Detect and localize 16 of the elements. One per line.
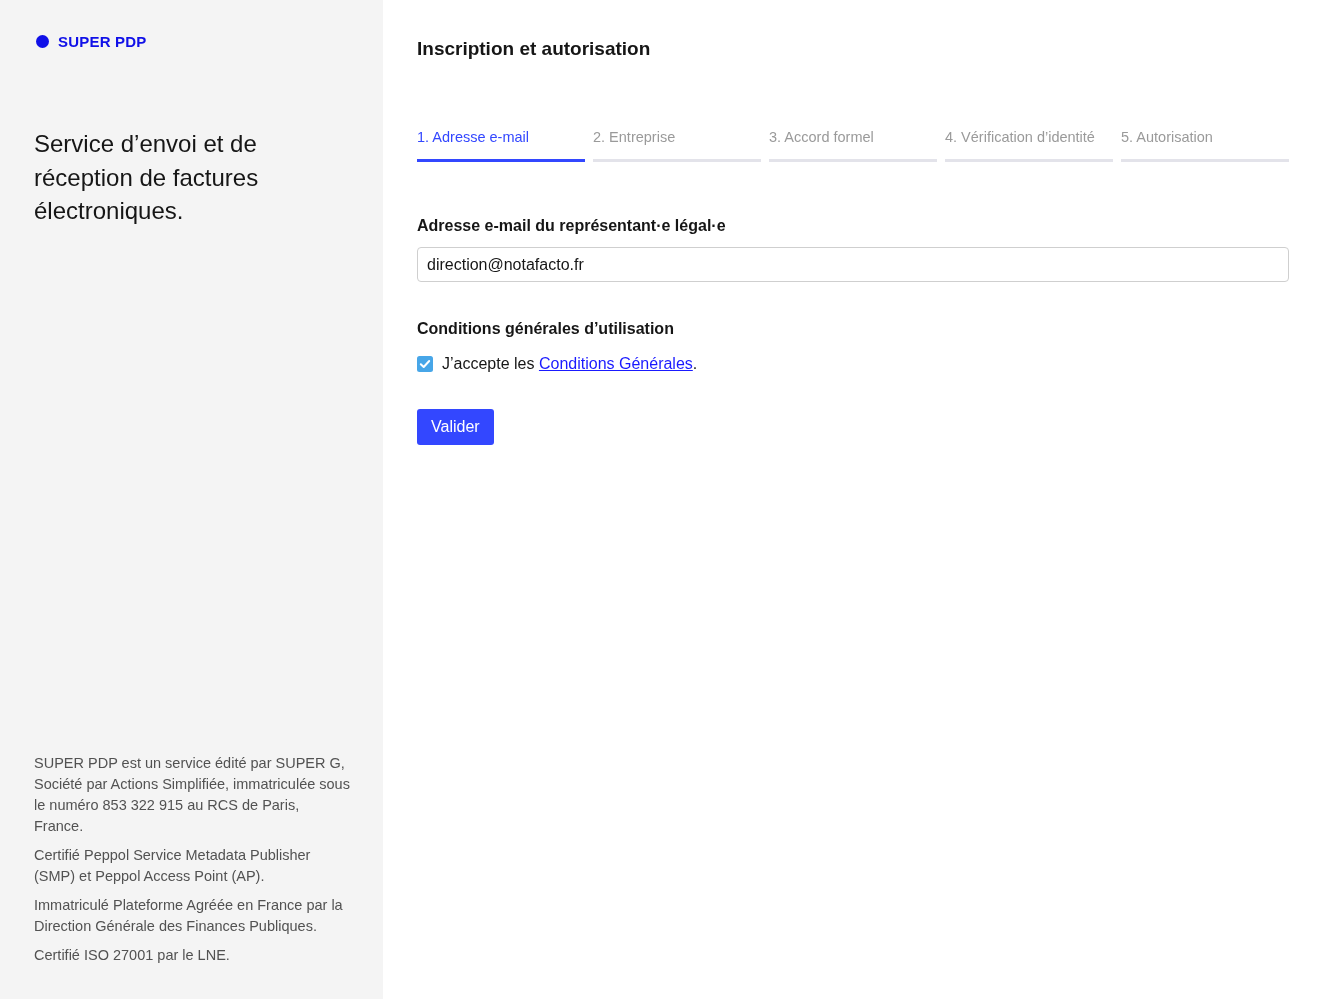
terms-heading: Conditions générales d’utilisation (417, 319, 675, 339)
checkbox[interactable] (417, 356, 433, 372)
logo-text: SUPER PDP (58, 33, 147, 50)
submit-button[interactable]: Valider (417, 409, 494, 445)
page-title: Inscription et autorisation (417, 37, 652, 61)
terms-text: J’accepte les Conditions Générales. (442, 354, 698, 374)
terms-link[interactable]: Conditions Générales (538, 355, 693, 372)
email-input[interactable]: direction@notafacto.fr (417, 247, 1289, 282)
step-tab[interactable]: 1. Adresse e-mail (417, 129, 585, 162)
legal-note: Immatriculé Plateforme Agréée en France par la Direction Générale des Finances Publiques. (34, 896, 344, 936)
legal-note: Certifié Peppol Service Metadata Publisher (SMP) et Peppol Access Point (AP). (34, 846, 312, 886)
tagline: Service d’envoi et de réception de factures électroniques. (34, 129, 260, 226)
email-label: Adresse e-mail du représentant·e légal·e (417, 216, 727, 236)
legal-note: SUPER PDP est un service édité par SUPER G, Société par Actions Simplifiée, immatriculée sous le numéro 853 322 915 au RCS de Paris, France. (34, 754, 350, 836)
legal-note: Certifié ISO 27001 par le LNE. (34, 946, 231, 965)
logo-dot-icon (36, 35, 49, 48)
